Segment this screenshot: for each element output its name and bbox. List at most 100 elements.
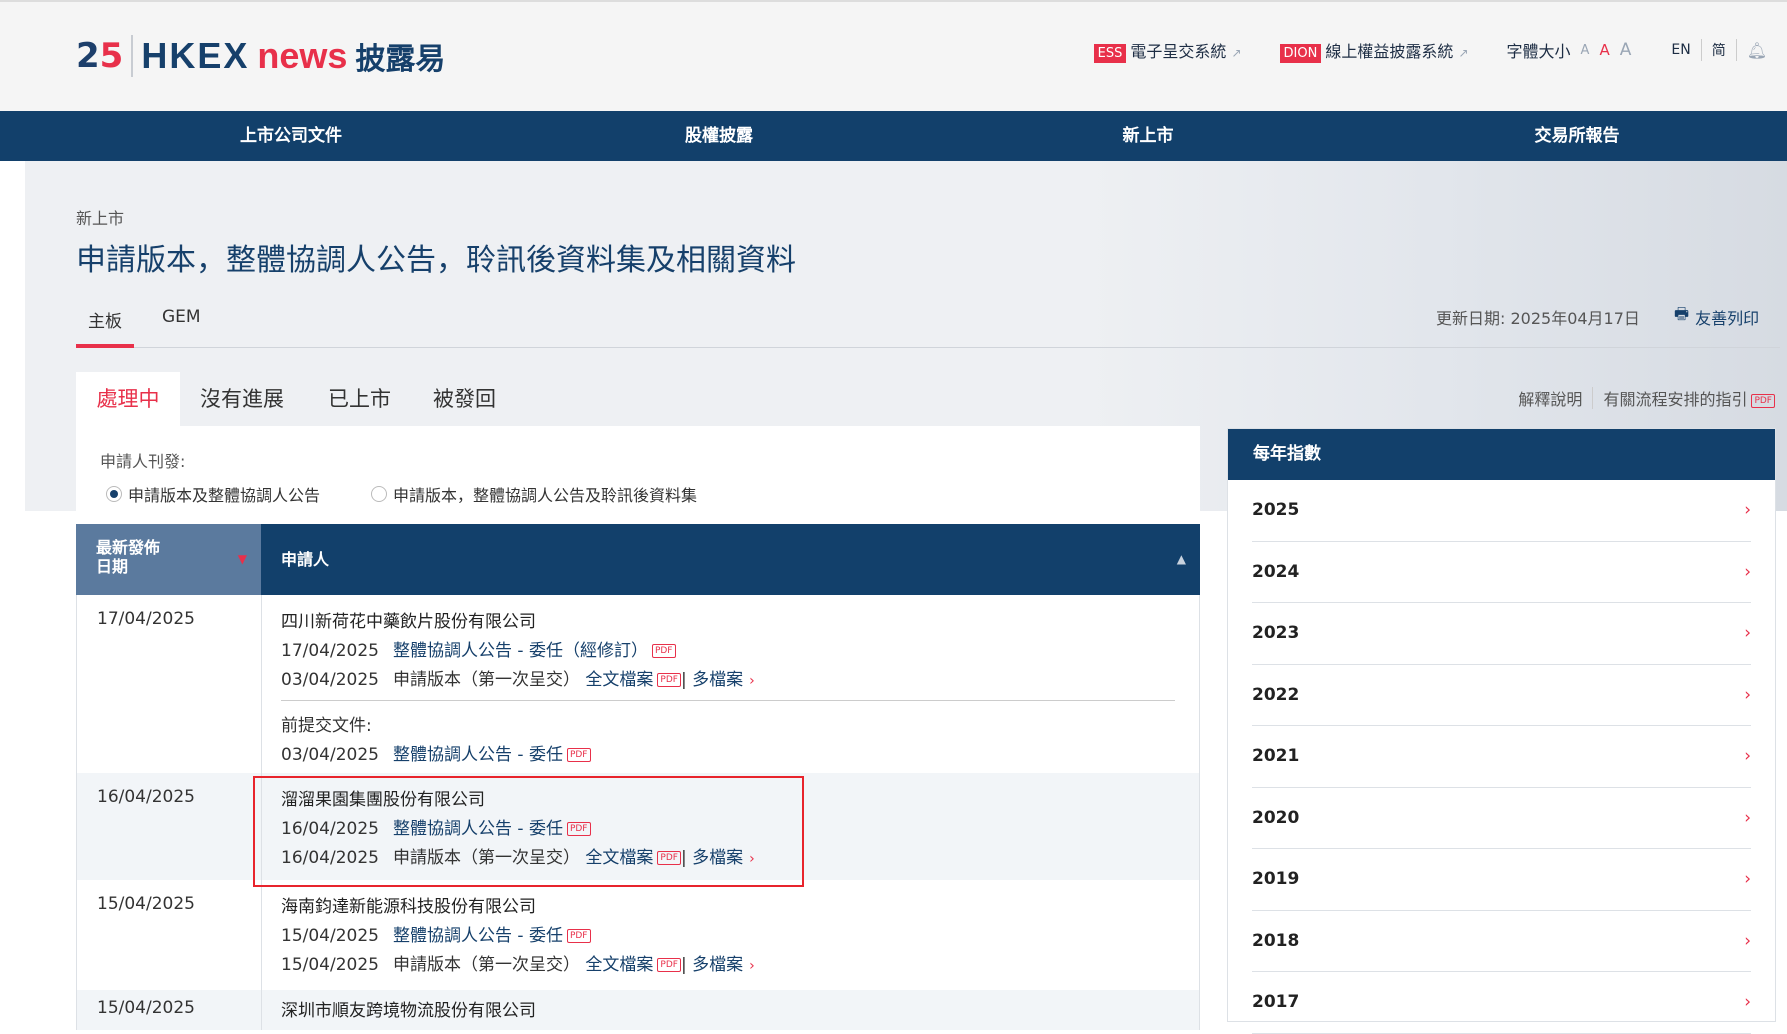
doc-date: 15/04/2025 xyxy=(281,955,379,975)
hkexnews-logo[interactable]: 25 HKEX news 披露易 xyxy=(76,34,445,78)
nav-listed-company-docs[interactable]: 上市公司文件 xyxy=(240,111,342,161)
year-label: 2018 xyxy=(1252,930,1300,951)
doc-link[interactable]: 整體協調人公告 - 委任 xyxy=(393,745,563,765)
ess-tag: ESS xyxy=(1093,44,1127,63)
logo-zh: 披露易 xyxy=(355,42,446,77)
year-item[interactable]: 2023 › xyxy=(1252,603,1751,665)
year-item[interactable]: 2018 › xyxy=(1252,911,1751,972)
doc-link[interactable]: 整體協調人公告 - 委任（經修訂） xyxy=(393,641,648,661)
column-header-applicant[interactable]: 申請人 ▲ xyxy=(261,524,1200,595)
tab-gem[interactable]: GEM xyxy=(162,307,201,327)
full-doc-link[interactable]: 全文檔案 xyxy=(585,670,653,690)
doc-title: 申請版本（第一次呈交） xyxy=(393,955,580,975)
yearly-index-title: 每年指數 xyxy=(1228,429,1775,480)
header-applicant: 申請人 xyxy=(281,550,330,569)
divider xyxy=(281,700,1175,701)
logo-news: news xyxy=(257,35,348,76)
doc-date: 03/04/2025 xyxy=(281,670,379,690)
doc-line: 15/04/2025 整體協調人公告 - 委任 PDF xyxy=(281,921,1175,950)
year-item[interactable]: 2022 › xyxy=(1252,665,1751,726)
ess-link[interactable]: ESS 電子呈交系統 ↗ xyxy=(1093,38,1242,63)
doc-date: 03/04/2025 xyxy=(281,745,379,765)
nav-disclosure-of-interests[interactable]: 股權披露 xyxy=(685,111,753,161)
subtab-processing[interactable]: 處理中 xyxy=(76,372,180,426)
doc-line: 15/04/2025 申請版本（第一次呈交） 全文檔案 PDF | 多檔案 › xyxy=(281,955,755,975)
radio-application-oc-phip[interactable]: 申請版本，整體協調人公告及聆訊後資料集 xyxy=(371,482,697,506)
year-item[interactable]: 2025 › xyxy=(1252,480,1751,542)
year-item[interactable]: 2020 › xyxy=(1252,788,1751,849)
chevron-right-icon: › xyxy=(1744,746,1751,766)
radio-application-and-oc[interactable]: 申請版本及整體協調人公告 xyxy=(106,482,320,506)
explanation-link[interactable]: 解釋說明 xyxy=(1518,386,1582,410)
sort-asc-icon: ▲ xyxy=(1176,552,1186,566)
subtab-listed[interactable]: 已上市 xyxy=(328,372,391,426)
chevron-right-icon: › xyxy=(1744,992,1751,1012)
bell-icon[interactable]: 🔔︎ xyxy=(1747,41,1767,60)
subtab-inactive[interactable]: 沒有進展 xyxy=(200,372,284,426)
year-label: 2024 xyxy=(1252,561,1300,582)
year-label: 2019 xyxy=(1252,869,1300,889)
table-row: 15/04/2025 深圳市順友跨境物流股份有限公司 xyxy=(76,990,1200,1030)
year-item[interactable]: 2017 › xyxy=(1252,972,1751,1034)
table-row: 17/04/2025 四川新荷花中藥飲片股份有限公司 17/04/2025 整體協… xyxy=(76,595,1200,773)
chevron-right-icon: › xyxy=(749,958,755,974)
column-header-date[interactable]: 最新發佈 日期 ▼ xyxy=(76,524,261,595)
multi-files-link[interactable]: 多檔案 xyxy=(692,670,743,690)
pdf-icon: PDF xyxy=(651,644,676,658)
header-date-line1: 最新發佈 xyxy=(96,538,161,557)
doc-line: 03/04/2025 申請版本（第一次呈交） 全文檔案 PDF | 多檔案 › xyxy=(281,670,755,690)
nav-new-listings[interactable]: 新上市 xyxy=(1123,111,1174,161)
yearly-index-panel: 每年指數 2025 › 2024 › 2023 › 2022 › 2021 › 2020 ›… xyxy=(1227,428,1776,1034)
print-label: 友善列印 xyxy=(1695,308,1760,328)
nav-exchange-reports[interactable]: 交易所報告 xyxy=(1535,111,1620,161)
font-size-small[interactable]: A xyxy=(1581,43,1590,58)
chevron-right-icon: › xyxy=(1744,623,1751,643)
filter-label: 申請人刊發: xyxy=(100,452,186,471)
doc-date: 17/04/2025 xyxy=(281,641,379,661)
help-links: 解釋說明 有關流程安排的指引 PDF xyxy=(1518,386,1775,410)
tab-main-board[interactable]: 主板 xyxy=(88,307,122,332)
header-date-line2: 日期 xyxy=(96,557,129,576)
chevron-right-icon: › xyxy=(1744,684,1751,705)
company-name: 四川新荷花中藥飲片股份有限公司 xyxy=(281,612,536,632)
year-label: 2023 xyxy=(1252,623,1300,643)
year-label: 2022 xyxy=(1252,684,1300,705)
lang-sc-link[interactable]: 简 xyxy=(1712,40,1726,60)
year-label: 2020 xyxy=(1252,807,1300,828)
subtab-returned[interactable]: 被發回 xyxy=(433,372,496,426)
full-doc-link[interactable]: 全文檔案 xyxy=(585,955,653,975)
pdf-icon: PDF xyxy=(566,929,591,943)
doc-date: 15/04/2025 xyxy=(281,926,379,946)
company-name: 海南鈞達新能源科技股份有限公司 xyxy=(281,897,536,917)
doc-link[interactable]: 整體協調人公告 - 委任 xyxy=(393,926,563,946)
year-item[interactable]: 2024 › xyxy=(1252,542,1751,603)
tab-divider xyxy=(76,347,1780,348)
year-item[interactable]: 2021 › xyxy=(1252,726,1751,788)
font-size-medium[interactable]: A xyxy=(1599,41,1609,59)
font-size-large[interactable]: A xyxy=(1620,40,1632,60)
year-label: 2017 xyxy=(1252,992,1300,1012)
dion-label: 線上權益披露系統 xyxy=(1325,42,1454,61)
chevron-right-icon: › xyxy=(1744,930,1751,951)
company-name: 深圳市順友跨境物流股份有限公司 xyxy=(281,1001,536,1021)
logo-hkex: HKEX xyxy=(141,35,250,76)
external-link-icon: ↗ xyxy=(1231,46,1242,60)
printer-icon: 🖶 xyxy=(1674,304,1690,323)
multi-files-link[interactable]: 多檔案 xyxy=(692,955,743,975)
chevron-right-icon: › xyxy=(1744,869,1751,889)
sort-desc-icon: ▼ xyxy=(237,552,247,566)
prior-docs-label: 前提交文件: xyxy=(281,716,372,736)
page-title: 申請版本，整體協調人公告，聆訊後資料集及相關資料 xyxy=(76,243,796,278)
year-item[interactable]: 2019 › xyxy=(1252,849,1751,911)
radio-selected xyxy=(106,486,122,502)
guide-link[interactable]: 有關流程安排的指引 PDF xyxy=(1603,386,1775,410)
dion-link[interactable]: DION 線上權益披露系統 ↗ xyxy=(1279,38,1469,63)
pdf-icon: PDF xyxy=(657,673,681,687)
table-header: 最新發佈 日期 ▼ 申請人 ▲ xyxy=(76,524,1200,595)
lang-en-link[interactable]: EN xyxy=(1671,42,1690,58)
doc-line: 17/04/2025 整體協調人公告 - 委任（經修訂） PDF xyxy=(281,636,1175,665)
guide-label: 有關流程安排的指引 xyxy=(1603,390,1748,409)
breadcrumb[interactable]: 新上市 xyxy=(76,205,124,229)
table-row: 15/04/2025 海南鈞達新能源科技股份有限公司 15/04/2025 整體協… xyxy=(76,880,1200,990)
print-button[interactable]: 🖶 友善列印 xyxy=(1674,303,1759,330)
